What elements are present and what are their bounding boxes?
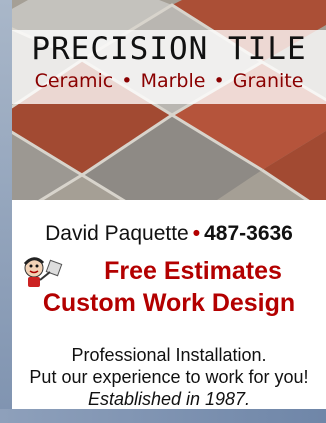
material-marble: Marble xyxy=(140,70,206,92)
bottom-border xyxy=(0,409,326,423)
free-estimates-text: Free Estimates xyxy=(104,257,282,285)
installation-text: Professional Installation. xyxy=(71,345,267,365)
business-title: PRECISION TILE xyxy=(31,31,307,67)
materials-separator: • xyxy=(213,70,225,92)
tile-advertisement: PRECISION TILE Ceramic • Marble • Granit… xyxy=(0,0,326,423)
materials-line: Ceramic • Marble • Granite xyxy=(12,69,326,93)
contact-separator: • xyxy=(192,222,201,245)
custom-work-text: Custom Work Design xyxy=(42,289,296,317)
materials-separator: • xyxy=(121,70,133,92)
material-ceramic: Ceramic xyxy=(34,70,114,92)
experience-text: Put our experience to work for you! xyxy=(29,367,309,387)
left-border xyxy=(0,0,12,423)
established-text: Established in 1987. xyxy=(87,389,251,409)
material-granite: Granite xyxy=(232,70,304,92)
contact-line: David Paquette • 487-3636 xyxy=(12,222,326,246)
phone-number[interactable]: 487-3636 xyxy=(204,222,293,245)
contact-name: David Paquette xyxy=(45,222,189,245)
